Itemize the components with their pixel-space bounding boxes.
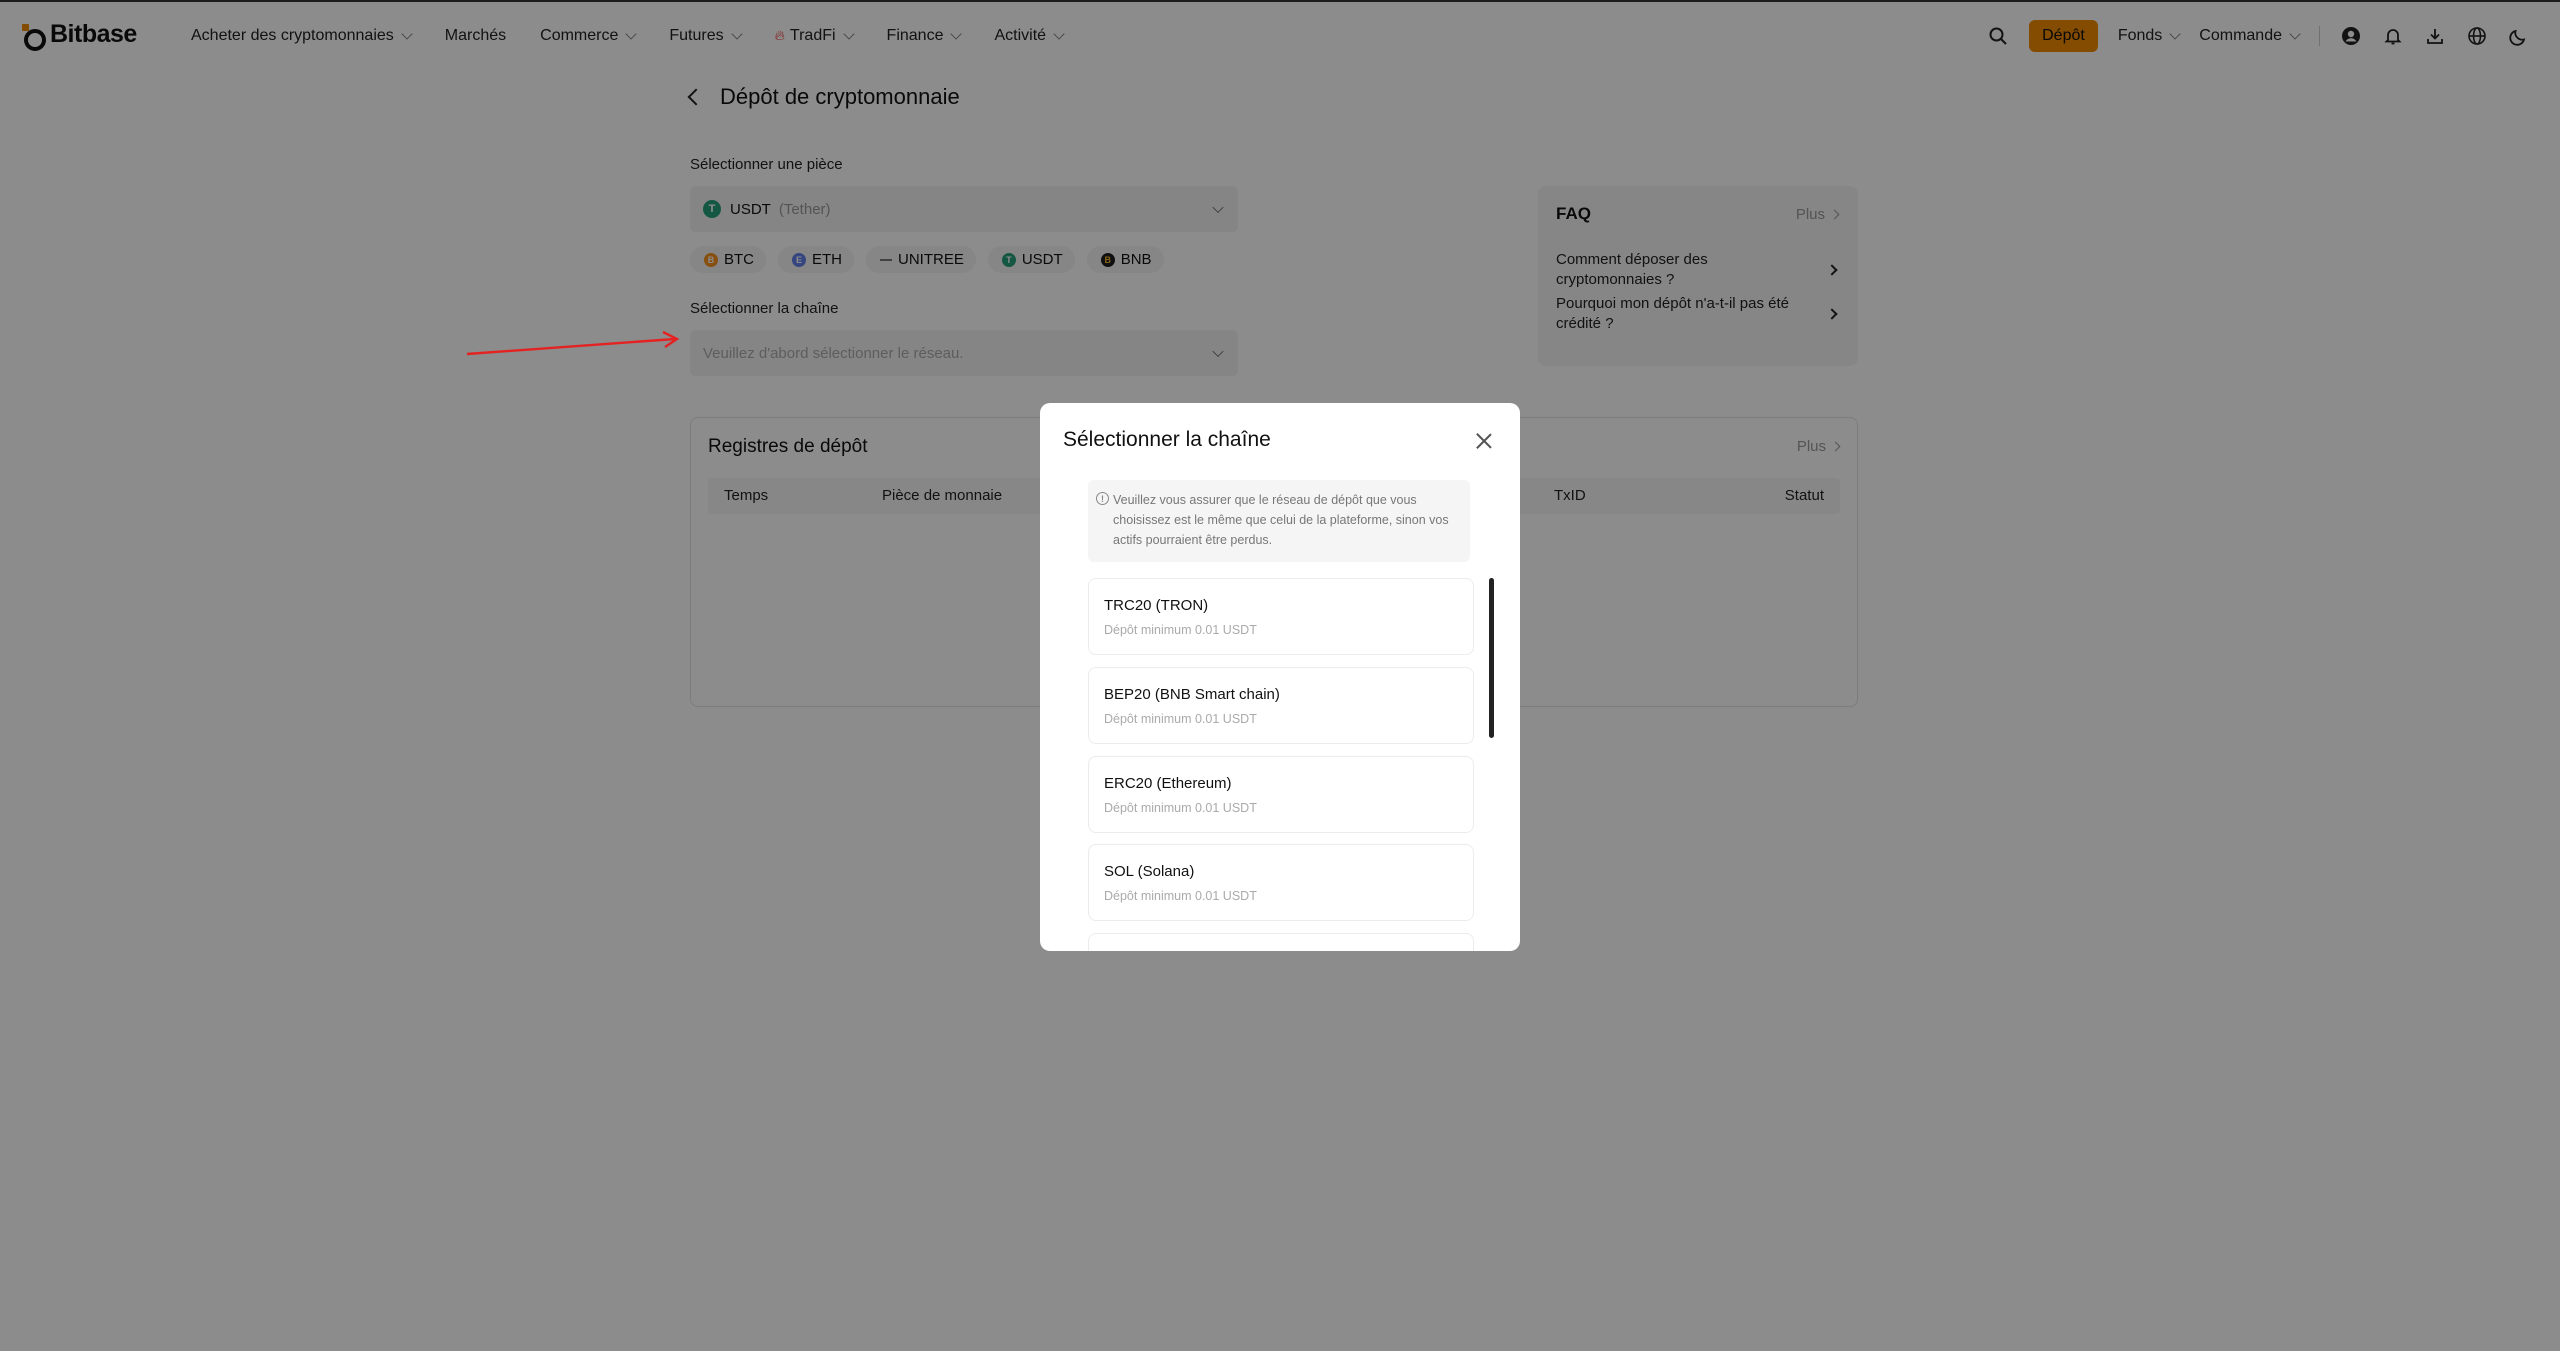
notice-text: Veuillez vous assurer que le réseau de d… <box>1113 493 1449 547</box>
network-warning-notice: ! Veuillez vous assurer que le réseau de… <box>1088 480 1470 562</box>
chain-min-deposit: Dépôt minimum 0.01 USDT <box>1104 889 1257 903</box>
chain-option-erc20[interactable]: ERC20 (Ethereum) Dépôt minimum 0.01 USDT <box>1088 756 1474 833</box>
chain-min-deposit: Dépôt minimum 0.01 USDT <box>1104 623 1257 637</box>
chain-option-bep20[interactable]: BEP20 (BNB Smart chain) Dépôt minimum 0.… <box>1088 667 1474 744</box>
chain-name: ERC20 (Ethereum) <box>1104 775 1232 792</box>
annotation-arrow <box>466 330 680 356</box>
chain-name: BEP20 (BNB Smart chain) <box>1104 686 1280 703</box>
chain-option-trc20[interactable]: TRC20 (TRON) Dépôt minimum 0.01 USDT <box>1088 578 1474 655</box>
chain-name: TRC20 (TRON) <box>1104 597 1209 614</box>
close-icon[interactable] <box>1476 433 1492 449</box>
chain-list: TRC20 (TRON) Dépôt minimum 0.01 USDT BEP… <box>1088 575 1474 951</box>
chain-option-partial[interactable] <box>1088 933 1474 951</box>
chain-min-deposit: Dépôt minimum 0.01 USDT <box>1104 801 1257 815</box>
info-icon: ! <box>1096 492 1109 505</box>
modal-title: Sélectionner la chaîne <box>1063 428 1271 451</box>
chain-name: SOL (Solana) <box>1104 863 1195 880</box>
chain-list-scrollbar[interactable] <box>1489 578 1494 738</box>
chain-option-sol[interactable]: SOL (Solana) Dépôt minimum 0.01 USDT <box>1088 844 1474 921</box>
select-chain-modal: Sélectionner la chaîne ! Veuillez vous a… <box>1040 403 1520 951</box>
chain-min-deposit: Dépôt minimum 0.01 USDT <box>1104 712 1257 726</box>
